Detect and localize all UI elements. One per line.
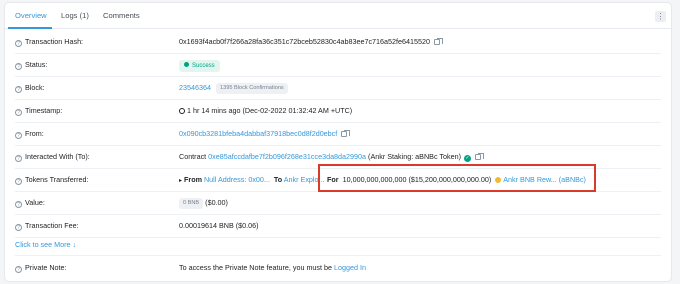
token-from-label: From <box>184 175 202 184</box>
label-timestamp: Timestamp: <box>25 106 63 115</box>
label-tokens-transferred: Tokens Transferred: <box>25 175 89 184</box>
help-icon[interactable]: ? <box>15 201 22 208</box>
value-badge: 0 BNB <box>179 198 204 209</box>
label-transaction-hash: Transaction Hash: <box>25 37 84 46</box>
help-icon[interactable]: ? <box>15 63 22 70</box>
label-private-note: Private Note: <box>25 263 67 272</box>
annotation-highlight-box <box>318 164 596 192</box>
contract-prefix: Contract <box>179 152 207 161</box>
copy-icon[interactable] <box>341 129 350 137</box>
contract-address-link[interactable]: 0xe85afccdafbe7f2b096f268e31cce3da8da299… <box>208 152 366 161</box>
help-icon[interactable]: ? <box>15 178 22 185</box>
from-address-link[interactable]: 0x090cb3281bfeba4dabbaf37918bec0d8f2d0eb… <box>179 129 337 138</box>
label-from: From: <box>25 129 44 138</box>
active-tab-indicator <box>8 27 52 29</box>
tab-bar: Overview Logs (1) Comments ⋮ <box>5 3 671 29</box>
transaction-details-card: Overview Logs (1) Comments ⋮ ? Transactio… <box>4 2 672 282</box>
token-from-address-link[interactable]: Null Address: 0x00... <box>204 175 270 184</box>
label-interacted-with: Interacted With (To): <box>25 152 90 161</box>
label-transaction-fee: Transaction Fee: <box>25 221 79 230</box>
row-private-note: ? Private Note: To access the Private Not… <box>15 256 661 279</box>
help-icon[interactable]: ? <box>15 86 22 93</box>
arrow-down-icon: ↓ <box>72 240 77 249</box>
transaction-fee-value: 0.00019614 BNB ($0.06) <box>179 221 259 230</box>
click-to-see-more-link[interactable]: Click to see More ↓ <box>15 238 76 252</box>
copy-icon[interactable] <box>434 37 443 45</box>
help-icon[interactable]: ? <box>15 109 22 116</box>
row-block: ? Block: 23546364 1395 Block Confirmations <box>15 76 661 99</box>
row-timestamp: ? Timestamp: 1 hr 14 mins ago (Dec-02-202… <box>15 99 661 122</box>
block-confirmations-badge: 1395 Block Confirmations <box>215 83 288 94</box>
tab-comments[interactable]: Comments <box>103 3 140 29</box>
token-to-label: To <box>273 175 283 184</box>
row-transaction-hash: ? Transaction Hash: 0x1693f4acb0f7f266a28… <box>15 30 661 53</box>
row-value: ? Value: 0 BNB ($0.00) <box>15 191 661 214</box>
help-icon[interactable]: ? <box>15 266 22 273</box>
copy-icon[interactable] <box>475 152 484 160</box>
label-status: Status: <box>25 60 48 69</box>
tab-overview[interactable]: Overview <box>15 3 47 29</box>
row-transaction-fee: ? Transaction Fee: 0.00019614 BNB ($0.06) <box>15 214 661 237</box>
label-block: Block: <box>25 83 45 92</box>
row-status: ? Status: Success <box>15 53 661 76</box>
success-check-icon <box>184 62 189 67</box>
row-from: ? From: 0x090cb3281bfeba4dabbaf37918bec0d… <box>15 122 661 145</box>
help-icon[interactable]: ? <box>15 40 22 47</box>
private-note-text: To access the Private Note feature, you … <box>179 263 333 272</box>
status-badge: Success <box>179 60 220 72</box>
transaction-hash-value: 0x1693f4acb0f7f266a28fa36c351c72bceb5283… <box>179 37 430 46</box>
block-number-link[interactable]: 23546364 <box>179 83 211 92</box>
tab-logs[interactable]: Logs (1) <box>61 3 89 29</box>
label-value: Value: <box>25 198 45 207</box>
more-options-icon[interactable]: ⋮ <box>655 11 666 22</box>
clock-icon <box>179 108 185 114</box>
verified-check-icon: ✓ <box>464 155 471 162</box>
divider <box>15 237 661 238</box>
timestamp-value: 1 hr 14 mins ago (Dec-02-2022 01:32:42 A… <box>187 106 353 115</box>
contract-name: (Ankr Staking: aBNBc Token) <box>368 152 461 161</box>
logged-in-link[interactable]: Logged In <box>334 263 366 272</box>
help-icon[interactable]: ? <box>15 224 22 231</box>
help-icon[interactable]: ? <box>15 132 22 139</box>
help-icon[interactable]: ? <box>15 155 22 162</box>
value-usd: ($0.00) <box>205 198 228 207</box>
bullet-arrow-icon: ▸ <box>179 178 183 184</box>
